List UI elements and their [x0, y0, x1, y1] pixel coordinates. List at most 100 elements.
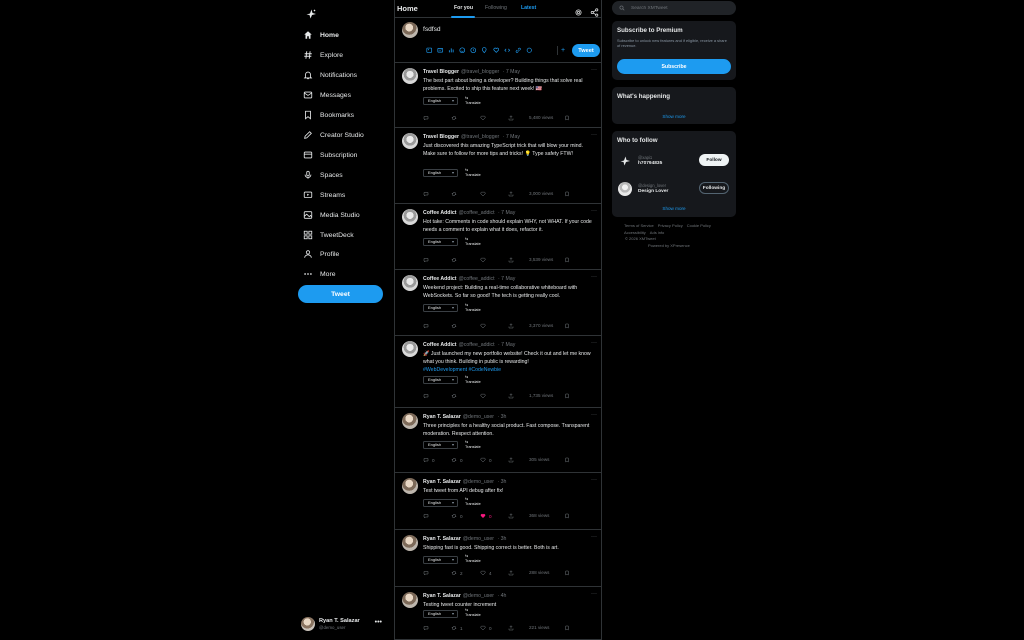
code-icon[interactable]	[503, 47, 511, 54]
avatar[interactable]	[402, 133, 418, 149]
language-select[interactable]: English	[423, 376, 458, 384]
more-icon[interactable]: ···	[591, 132, 597, 138]
heart-icon[interactable]	[493, 47, 500, 54]
reply-button[interactable]	[423, 393, 432, 400]
tab-for-you[interactable]: For you	[454, 5, 473, 11]
tweet-hashtags[interactable]: #WebDevelopment #CodeNewbie	[423, 367, 501, 373]
author-name[interactable]: Coffee Addict	[423, 210, 457, 216]
nav-tweet-button[interactable]: Tweet	[298, 285, 383, 303]
language-select[interactable]: English	[423, 169, 458, 177]
like-button[interactable]: 0	[480, 625, 492, 632]
settings-icon[interactable]	[574, 4, 583, 16]
nav-item-media-studio[interactable]: Media Studio	[303, 207, 360, 223]
reply-button[interactable]	[423, 191, 432, 198]
author-name[interactable]: Ryan T. Salazar	[423, 479, 461, 485]
like-button[interactable]: 0	[480, 457, 492, 464]
compose-tweet-button[interactable]: Tweet	[572, 44, 600, 57]
reply-button[interactable]	[423, 625, 432, 632]
share-button[interactable]	[508, 457, 514, 464]
avatar[interactable]	[402, 592, 418, 608]
share-button[interactable]	[508, 393, 514, 400]
reply-button[interactable]	[423, 323, 432, 330]
avatar[interactable]	[402, 341, 418, 357]
bookmark-button[interactable]	[564, 393, 570, 400]
more-icon[interactable]: ···	[591, 274, 597, 280]
retweet-button[interactable]	[451, 257, 460, 264]
bookmark-button[interactable]	[564, 457, 570, 464]
nav-item-home[interactable]: Home	[303, 27, 339, 43]
nav-item-subscription[interactable]: Subscription	[303, 147, 357, 163]
reply-button[interactable]: 0	[423, 457, 435, 464]
translate-button[interactable]: ⇆ Translate	[465, 168, 481, 177]
location-icon[interactable]	[481, 47, 488, 54]
nav-item-creator-studio[interactable]: Creator Studio	[303, 127, 364, 143]
avatar[interactable]	[402, 478, 418, 494]
language-select[interactable]: English	[423, 441, 458, 449]
like-button[interactable]	[480, 257, 489, 264]
translate-button[interactable]: ⇆ Translate	[465, 375, 481, 384]
language-select[interactable]: English	[423, 304, 458, 312]
share-button[interactable]	[508, 191, 514, 198]
language-select[interactable]: English	[423, 238, 458, 246]
like-button[interactable]: 0	[480, 513, 492, 520]
tweet-card[interactable]: Coffee Addict @coffee_addict · 7 May ··· We…	[395, 271, 601, 336]
tweet-card[interactable]: Travel Blogger @travel_blogger · 7 May ···…	[395, 129, 601, 204]
more-icon[interactable]: ···	[591, 534, 597, 540]
retweet-button[interactable]: 1	[451, 625, 463, 632]
tab-following[interactable]: Following	[485, 5, 507, 11]
language-select[interactable]: English	[423, 556, 458, 564]
avatar[interactable]	[402, 68, 418, 84]
avatar[interactable]	[402, 209, 418, 225]
like-button[interactable]	[480, 393, 489, 400]
reply-button[interactable]	[423, 513, 432, 520]
bookmark-button[interactable]	[564, 323, 570, 330]
bookmark-button[interactable]	[564, 513, 570, 520]
more-icon[interactable]: ···	[591, 591, 597, 597]
author-name[interactable]: Ryan T. Salazar	[423, 414, 461, 420]
subscribe-button[interactable]: Subscribe	[617, 59, 731, 74]
like-button[interactable]	[480, 323, 489, 330]
bookmark-button[interactable]	[564, 625, 570, 632]
more-icon[interactable]: ···	[591, 340, 597, 346]
translate-button[interactable]: ⇆ Translate	[465, 440, 481, 449]
share-button[interactable]	[508, 323, 514, 330]
search-bar[interactable]	[612, 1, 736, 15]
bookmark-button[interactable]	[564, 115, 570, 122]
share-button[interactable]	[508, 513, 514, 520]
gif-icon[interactable]	[437, 47, 444, 54]
retweet-button[interactable]: 2	[451, 570, 463, 577]
image-icon[interactable]	[426, 47, 433, 54]
language-select[interactable]: English	[423, 499, 458, 507]
share-button[interactable]	[508, 115, 514, 122]
nav-item-messages[interactable]: Messages	[303, 87, 351, 103]
tweet-card[interactable]: Ryan T. Salazar @demo_user · 4h ··· Testing…	[395, 588, 601, 640]
schedule-icon[interactable]	[470, 47, 477, 54]
show-more-link[interactable]: Show more	[612, 114, 736, 119]
tweet-card[interactable]: Ryan T. Salazar @demo_user · 3h ··· Shippin…	[395, 531, 601, 587]
tweet-card[interactable]: Ryan T. Salazar @demo_user · 3h ··· Test tw…	[395, 474, 601, 530]
account-switcher[interactable]: Ryan T. Salazar @demo_user •••	[301, 614, 385, 634]
follow-suggestion[interactable]: @xapi1 h70794835 Follow	[617, 152, 731, 170]
more-icon[interactable]: ···	[591, 67, 597, 73]
tweet-card[interactable]: Coffee Addict @coffee_addict · 7 May ··· 🚀 …	[395, 337, 601, 408]
translate-button[interactable]: ⇆ Translate	[465, 237, 481, 246]
avatar[interactable]	[402, 535, 418, 551]
reply-button[interactable]	[423, 257, 432, 264]
translate-button[interactable]: ⇆ Translate	[465, 96, 481, 105]
nav-item-spaces[interactable]: Spaces	[303, 167, 343, 183]
search-input[interactable]	[631, 5, 731, 11]
share-button[interactable]	[508, 257, 514, 264]
author-name[interactable]: Ryan T. Salazar	[423, 593, 461, 599]
share-icon[interactable]	[590, 4, 599, 17]
avatar[interactable]	[402, 275, 418, 291]
circle-icon[interactable]	[526, 47, 533, 54]
like-button[interactable]: 4	[480, 570, 492, 577]
bookmark-button[interactable]	[564, 191, 570, 198]
link-icon[interactable]	[515, 47, 522, 54]
translate-button[interactable]: ⇆ Translate	[465, 554, 481, 563]
nav-item-streams[interactable]: Streams	[303, 187, 345, 203]
translate-button[interactable]: ⇆ Translate	[465, 608, 481, 617]
author-name[interactable]: Ryan T. Salazar	[423, 536, 461, 542]
author-name[interactable]: Coffee Addict	[423, 342, 457, 348]
author-name[interactable]: Coffee Addict	[423, 276, 457, 282]
